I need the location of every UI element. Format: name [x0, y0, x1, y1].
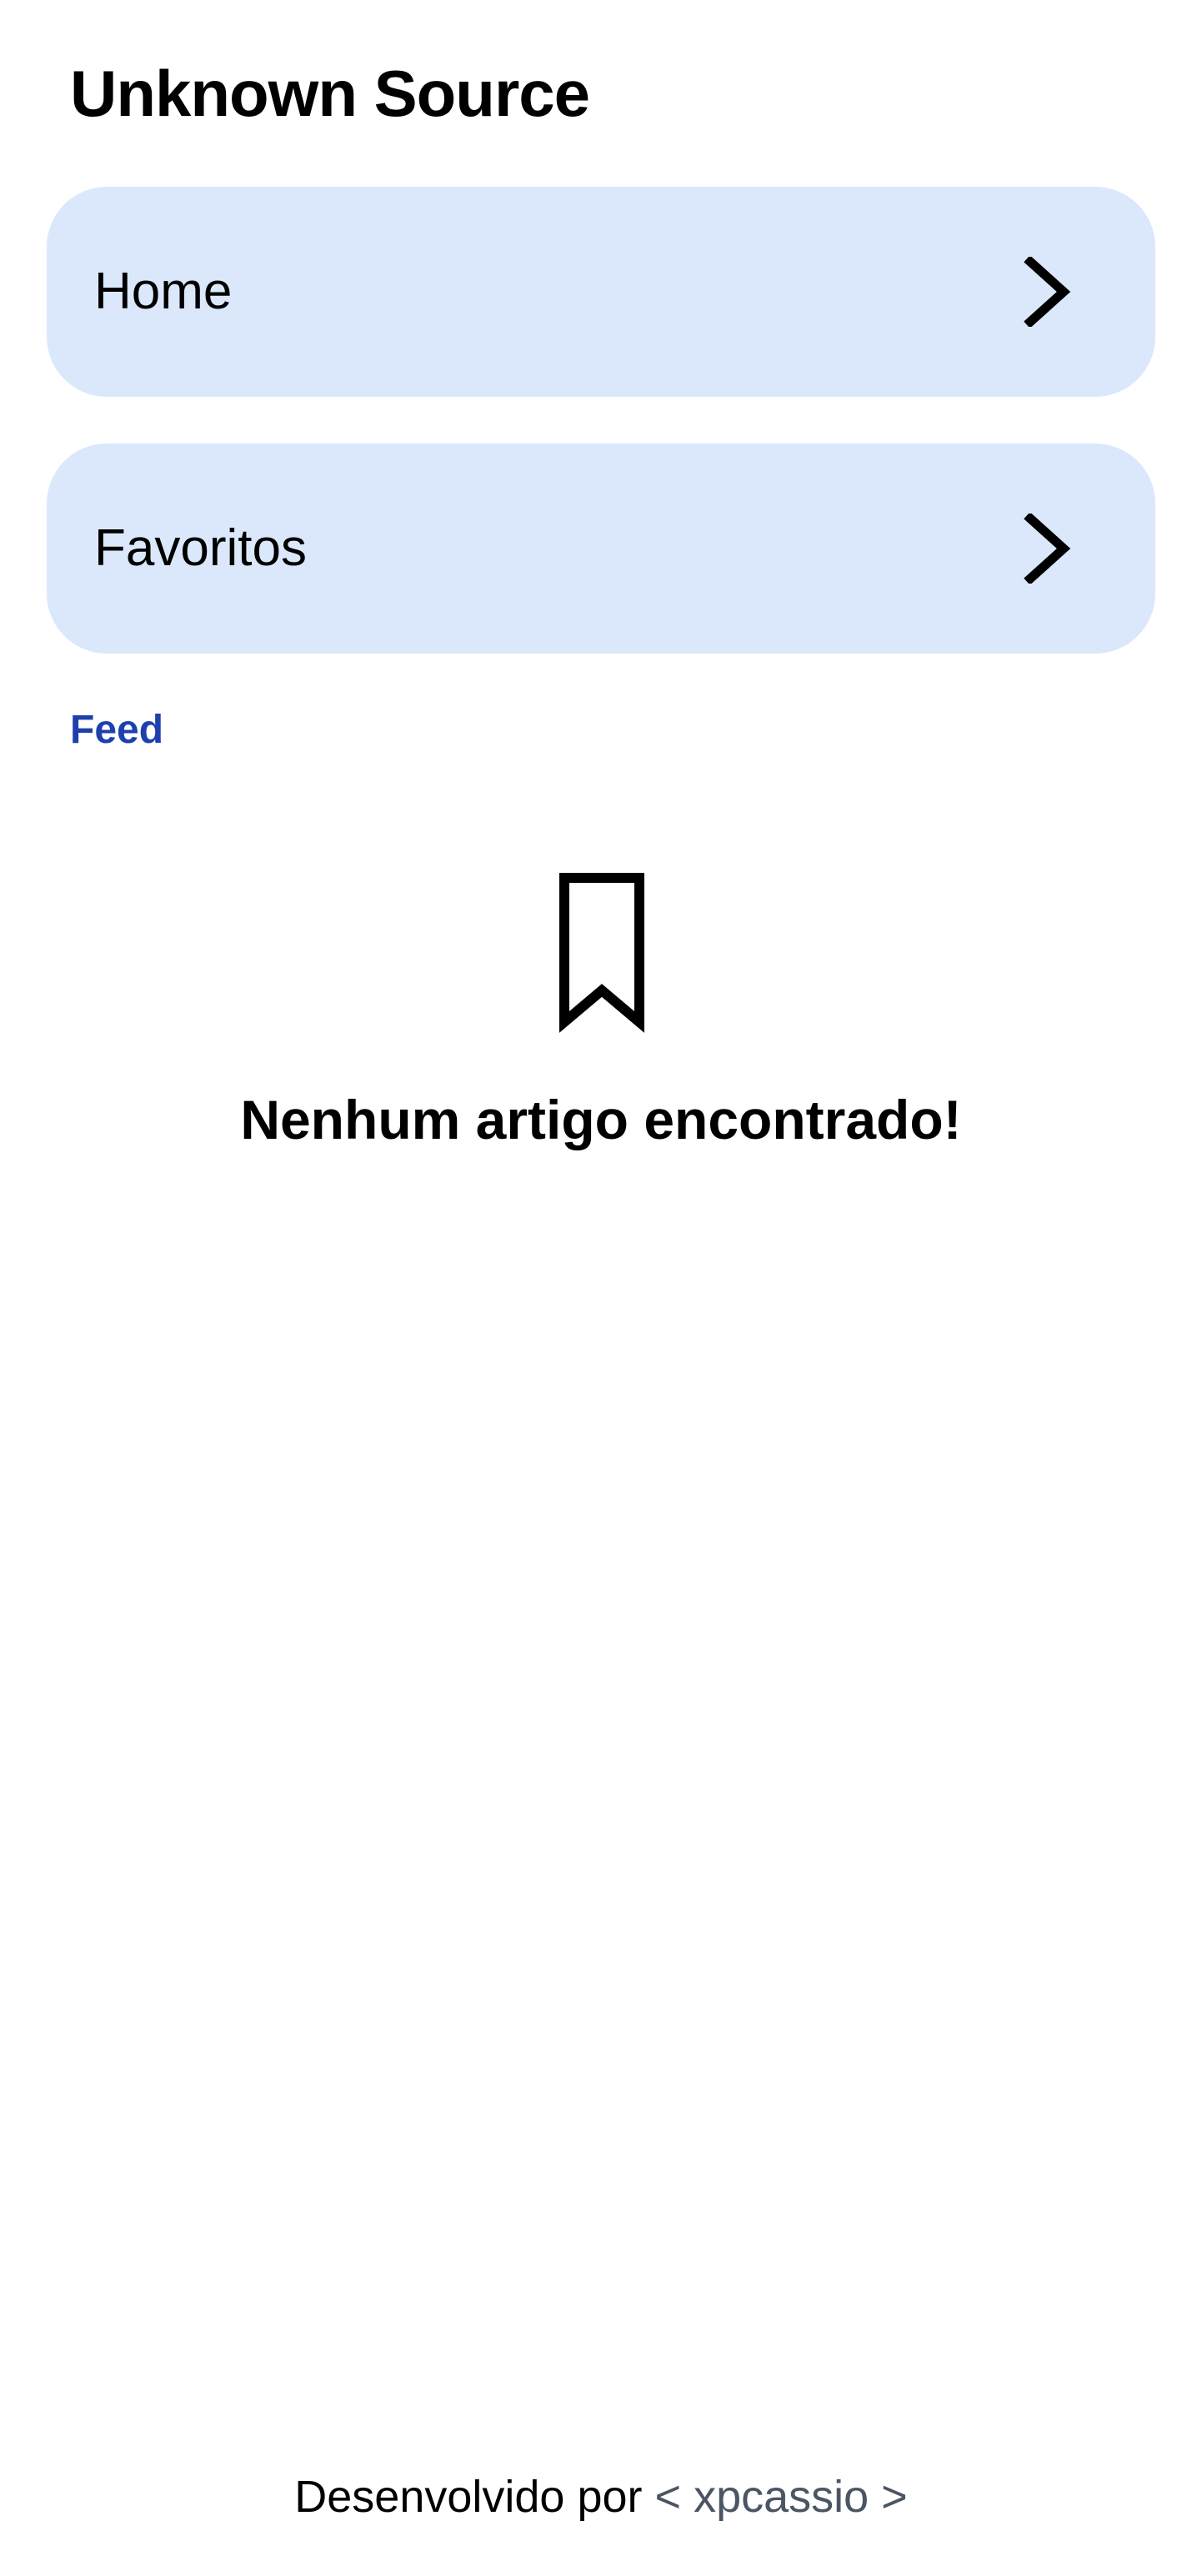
nav-item-label: Favoritos	[94, 519, 307, 577]
footer: Desenvolvido por < xpcassio >	[0, 2459, 1202, 2534]
footer-prefix: Desenvolvido por	[294, 2472, 643, 2522]
empty-state: Nenhum artigo encontrado!	[0, 872, 1202, 1172]
nav-item-favoritos[interactable]: Favoritos	[47, 444, 1155, 654]
page-title: Unknown Source	[70, 57, 590, 130]
section-label-feed: Feed	[70, 708, 164, 752]
empty-state-message: Nenhum artigo encontrado!	[240, 1089, 962, 1150]
nav-item-home[interactable]: Home	[47, 187, 1155, 397]
nav-item-label: Home	[94, 263, 233, 320]
bookmark-icon	[559, 873, 644, 1033]
footer-author-link[interactable]: < xpcassio >	[655, 2472, 908, 2522]
chevron-right-icon	[1024, 257, 1071, 327]
chevron-right-icon	[1024, 514, 1071, 584]
